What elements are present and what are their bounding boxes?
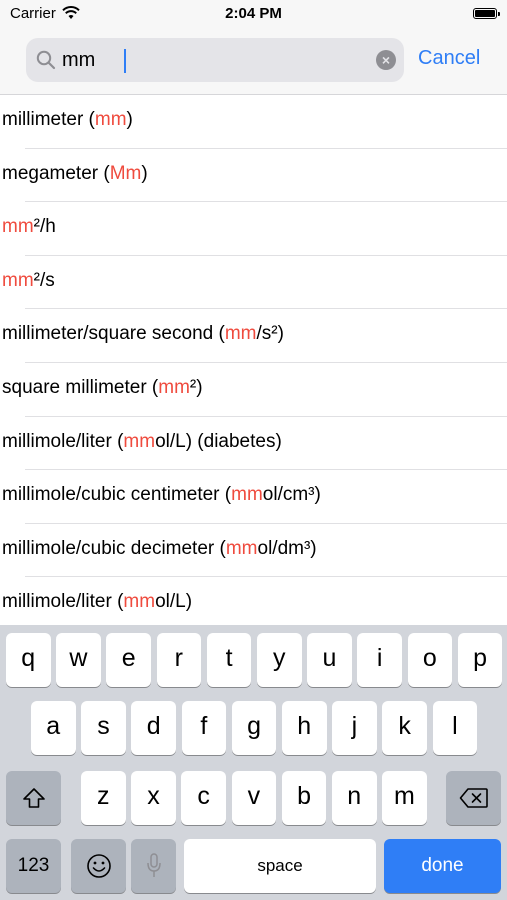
result-text: ol/L)	[155, 591, 193, 613]
key-d[interactable]: d	[131, 701, 176, 755]
result-row[interactable]: millimeter (mm)	[0, 95, 507, 149]
result-text: ol/cm³)	[262, 484, 321, 506]
key-y[interactable]: y	[257, 633, 302, 687]
key-j[interactable]: j	[332, 701, 377, 755]
result-text: millimole/liter (	[2, 591, 124, 613]
key-s[interactable]: s	[81, 701, 126, 755]
match-highlight: mm	[123, 591, 156, 613]
shift-key[interactable]	[6, 771, 61, 825]
result-text: )	[126, 109, 133, 130]
result-text: /s²)	[256, 323, 284, 345]
key-v[interactable]: v	[231, 771, 277, 825]
key-u[interactable]: u	[307, 633, 352, 687]
shift-icon	[22, 788, 45, 808]
key-b[interactable]: b	[281, 771, 327, 825]
result-label: millimole/liter (mmol/L) (diabetes)	[2, 431, 282, 453]
key-f[interactable]: f	[181, 701, 227, 755]
clear-icon[interactable]: ×	[376, 50, 396, 70]
result-text: millimole/cubic centimeter (	[2, 484, 232, 506]
match-highlight: mm	[94, 109, 127, 130]
delete-icon	[459, 788, 488, 808]
search-field[interactable]: ×	[26, 38, 404, 82]
result-label: millimeter (mm)	[2, 109, 133, 131]
battery-icon	[473, 8, 500, 19]
search-header: × Cancel	[0, 28, 507, 95]
match-highlight: mm	[225, 537, 258, 559]
key-l[interactable]: l	[432, 701, 478, 755]
search-icon	[36, 50, 56, 75]
text-cursor	[124, 49, 126, 73]
result-text: ol/L) (diabetes)	[155, 430, 282, 452]
clock: 2:04 PM	[225, 5, 282, 22]
match-highlight: mm	[2, 216, 34, 238]
match-highlight: mm	[231, 484, 263, 506]
result-text: millimole/liter (	[2, 430, 124, 452]
result-text: ²/h	[33, 216, 56, 238]
result-row[interactable]: millimeter/square second (mm/s²)	[0, 309, 507, 363]
space-key[interactable]: space	[184, 839, 376, 893]
key-g[interactable]: g	[231, 701, 277, 755]
result-row[interactable]: mm²/s	[0, 256, 507, 310]
key-m[interactable]: m	[382, 771, 427, 825]
key-h[interactable]: h	[282, 701, 327, 755]
delete-key[interactable]	[446, 771, 501, 825]
result-row[interactable]: megameter (Mm)	[0, 149, 507, 203]
key-p[interactable]: p	[457, 633, 503, 687]
key-x[interactable]: x	[131, 771, 176, 825]
search-input[interactable]	[62, 45, 362, 75]
keyboard: q w e r t y u i o p a s d f g h j k l z x c v b n m 123 space done	[0, 625, 507, 900]
key-a[interactable]: a	[31, 701, 76, 755]
result-text: )	[141, 162, 148, 184]
match-highlight: mm	[123, 430, 156, 452]
key-t[interactable]: t	[206, 633, 252, 687]
result-label: millimole/cubic centimeter (mmol/cm³)	[2, 484, 321, 506]
microphone-icon	[146, 853, 161, 877]
dictation-key[interactable]	[131, 839, 176, 893]
match-highlight: Mm	[109, 162, 142, 184]
result-row[interactable]: square millimeter (mm²)	[0, 363, 507, 417]
match-highlight: mm	[224, 323, 257, 345]
result-row[interactable]: millimole/liter (mmol/L) (diabetes)	[0, 417, 507, 471]
key-n[interactable]: n	[332, 771, 377, 825]
results-list: millimeter (mm) megameter (Mm) mm²/h mm²/s m…	[0, 95, 507, 625]
status-bar: Carrier 2:04 PM	[0, 0, 507, 28]
key-z[interactable]: z	[81, 771, 126, 825]
key-k[interactable]: k	[382, 701, 427, 755]
match-highlight: mm	[158, 376, 190, 398]
key-o[interactable]: o	[407, 633, 453, 687]
done-key[interactable]: done	[384, 839, 501, 893]
result-row[interactable]: millimole/cubic decimeter (mmol/dm³)	[0, 524, 507, 578]
result-text: square millimeter (	[2, 376, 159, 398]
emoji-icon	[86, 854, 111, 878]
match-highlight: mm	[2, 269, 34, 291]
key-w[interactable]: w	[56, 633, 101, 687]
result-text: ol/dm³)	[257, 537, 317, 559]
result-text: ²)	[189, 376, 203, 398]
numbers-key[interactable]: 123	[6, 839, 61, 893]
result-row[interactable]: millimole/cubic centimeter (mmol/cm³)	[0, 470, 507, 524]
result-label: square millimeter (mm²)	[2, 377, 203, 399]
result-label: millimole/cubic decimeter (mmol/dm³)	[2, 538, 317, 560]
key-q[interactable]: q	[6, 633, 51, 687]
key-r[interactable]: r	[156, 633, 202, 687]
result-text: megameter (	[2, 162, 110, 184]
cancel-button[interactable]: Cancel	[418, 47, 480, 70]
result-label: millimeter/square second (mm/s²)	[2, 323, 284, 345]
result-text: millimole/cubic decimeter (	[2, 537, 226, 559]
key-c[interactable]: c	[181, 771, 226, 825]
result-text: millimeter (	[2, 109, 95, 130]
result-label: megameter (Mm)	[2, 163, 148, 185]
result-text: millimeter/square second (	[2, 323, 225, 345]
key-i[interactable]: i	[357, 633, 402, 687]
result-label: millimole/liter (mmol/L)	[2, 591, 192, 613]
result-label: mm²/s	[2, 270, 55, 292]
result-label: mm²/h	[2, 216, 56, 238]
result-text: ²/s	[33, 269, 55, 291]
emoji-key[interactable]	[71, 839, 126, 893]
result-row[interactable]: millimole/liter (mmol/L)	[0, 577, 507, 625]
result-row[interactable]: mm²/h	[0, 202, 507, 256]
key-e[interactable]: e	[106, 633, 151, 687]
